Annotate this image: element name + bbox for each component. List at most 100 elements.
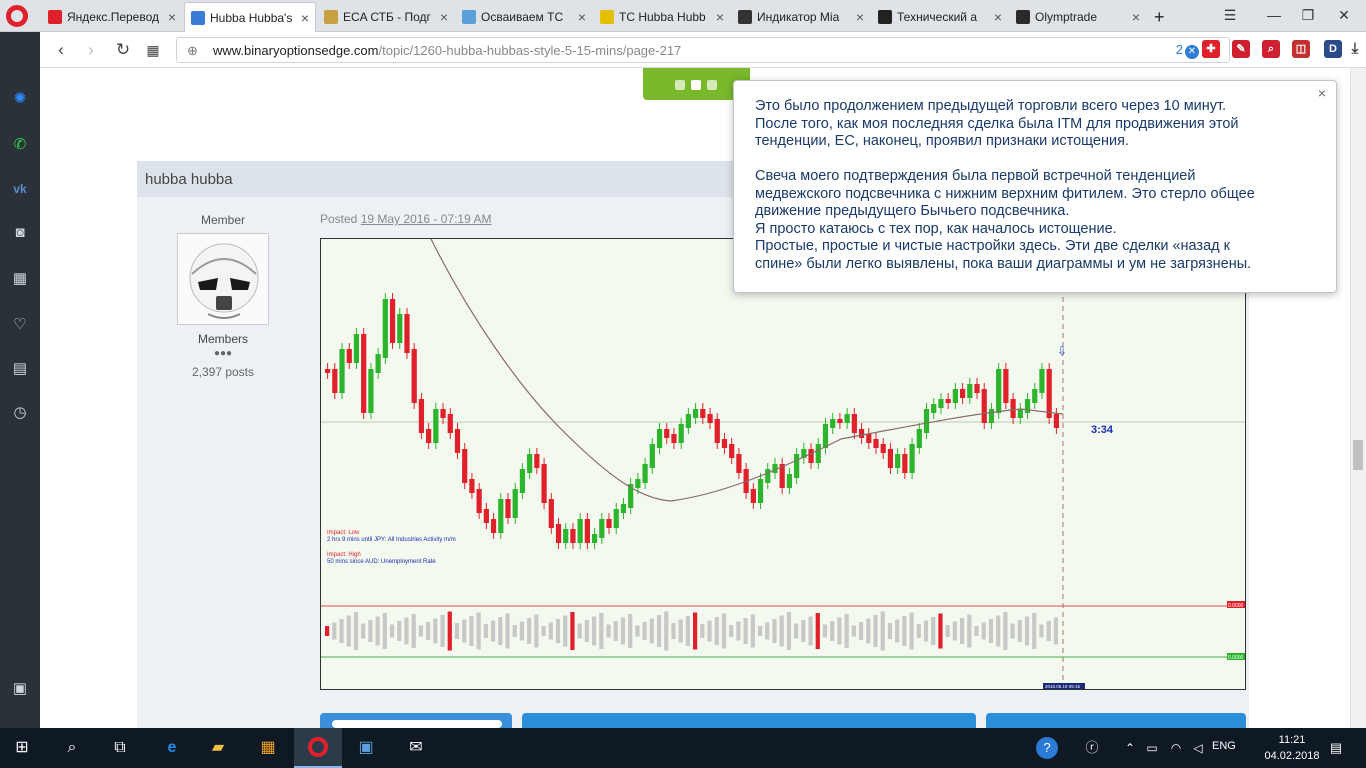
osc-bar [555, 619, 561, 643]
search-icon[interactable]: ⌕ [60, 736, 84, 760]
url-field[interactable]: ⊕ www.binaryoptionsedge.com/topic/1260-h… [176, 37, 1230, 63]
osc-bar [382, 613, 387, 649]
tab-2[interactable]: Hubba Hubba's × [184, 2, 316, 32]
tab-menu-icon[interactable]: ☰ [1212, 4, 1248, 26]
mail-icon[interactable]: ✉ [404, 736, 428, 760]
tab-6[interactable]: Индикатор Mia × [732, 2, 870, 32]
osc-bar [707, 620, 712, 642]
slider-dot[interactable] [675, 80, 685, 90]
screenshot-extension-icon[interactable]: ◫ [1292, 40, 1310, 58]
wifi-icon[interactable]: ◠ [1164, 736, 1188, 760]
site-info-icon[interactable]: ⊕ [187, 43, 198, 59]
bottom-nav-block[interactable] [522, 713, 976, 728]
osc-bar [1024, 616, 1030, 646]
tab-4[interactable]: Осваиваем ТС × [456, 2, 592, 32]
osc-bar [599, 613, 604, 649]
impact-low-label: Impact: Low [327, 530, 360, 536]
tab-3[interactable]: ECA СТБ - Подг × [318, 2, 454, 32]
tab-8[interactable]: Olymptrade × [1010, 2, 1146, 32]
messenger-icon[interactable]: ✺ [9, 88, 31, 110]
vk-icon[interactable]: vk [9, 178, 31, 200]
maximize-icon[interactable]: ❐ [1290, 4, 1326, 26]
tab-close-icon[interactable]: × [1132, 9, 1140, 25]
osc-bar [418, 625, 424, 637]
tab-close-icon[interactable]: × [578, 9, 586, 25]
osc-bar [1046, 621, 1051, 641]
tab-close-icon[interactable]: × [716, 9, 724, 25]
forward-icon[interactable]: › [78, 38, 104, 62]
new-tab-button[interactable]: + [1148, 2, 1172, 32]
tab-5[interactable]: ТС Hubba Hubb × [594, 2, 730, 32]
tab-close-icon[interactable]: × [856, 9, 864, 25]
osc-bar [339, 619, 344, 643]
help-icon[interactable]: ? [1036, 737, 1058, 759]
page-scrollbar[interactable] [1350, 68, 1366, 728]
osc-bar [620, 617, 626, 645]
minimize-icon[interactable]: — [1256, 4, 1292, 26]
tab-favicon-icon [324, 10, 338, 24]
author-post-count: 2,397 posts [191, 365, 255, 379]
people-icon[interactable]: ⓡ [1080, 736, 1104, 760]
store-icon[interactable]: ▦ [256, 736, 280, 760]
download-icon[interactable]: ⤓ [1346, 40, 1364, 58]
back-icon[interactable]: ‹ [48, 38, 74, 62]
osc-bar [858, 622, 864, 640]
tabs-grid-icon[interactable]: ▦ [140, 38, 166, 62]
osc-bar [996, 615, 1001, 647]
slider-dot[interactable] [691, 80, 701, 90]
camera-icon[interactable]: ◙ [9, 222, 31, 244]
volume-icon[interactable]: ◁ [1186, 736, 1210, 760]
post-author-name[interactable]: hubba hubba [145, 171, 233, 188]
file-explorer-icon[interactable]: ▰ [206, 736, 230, 760]
tab-title: Осваиваем ТС [481, 10, 564, 24]
news-icon[interactable]: ▤ [9, 358, 31, 380]
d-extension-icon[interactable]: D [1324, 40, 1342, 58]
pen-extension-icon[interactable]: ✎ [1232, 40, 1250, 58]
sidebar-toggle-icon[interactable]: ▣ [9, 678, 31, 700]
osc-bar [1032, 613, 1037, 649]
tab-close-icon[interactable]: × [440, 9, 448, 25]
osc-bar [389, 624, 395, 638]
close-window-icon[interactable]: ✕ [1326, 4, 1362, 26]
windows-start-icon[interactable]: ⊞ [10, 736, 34, 760]
bottom-nav-block[interactable] [986, 713, 1246, 728]
osc-bar [642, 622, 647, 640]
osc-bar [325, 626, 330, 636]
app-icon[interactable]: ▣ [354, 736, 378, 760]
task-view-icon[interactable]: ⧉ [108, 736, 132, 760]
tab-close-icon[interactable]: × [168, 9, 176, 25]
bottom-nav-block[interactable] [320, 713, 512, 728]
scrollbar-thumb[interactable] [1353, 440, 1363, 470]
language-indicator[interactable]: ENG [1212, 740, 1236, 752]
osc-bar [375, 616, 380, 646]
tab-close-icon[interactable]: × [994, 9, 1002, 25]
osc-bar [512, 625, 517, 637]
taskbar-opera-button[interactable] [294, 728, 342, 768]
save-extension-icon[interactable]: ⌕ [1262, 40, 1280, 58]
avatar[interactable] [177, 233, 269, 325]
clock-date: 04.02.2018 [1264, 750, 1320, 762]
osc-bar [916, 624, 921, 638]
posted-date-link[interactable]: 19 May 2016 - 07:19 AM [361, 212, 492, 226]
reload-icon[interactable]: ↻ [110, 38, 136, 62]
osc-bar [887, 623, 893, 639]
adblock-icon[interactable]: ✚ [1202, 40, 1220, 58]
notifications-icon[interactable]: ▤ [1324, 736, 1348, 760]
edge-icon[interactable]: e [160, 736, 184, 760]
tab-1[interactable]: Яндекс.Перевод × [42, 2, 182, 32]
osc-bar [577, 623, 582, 639]
tab-7[interactable]: Технический а × [872, 2, 1008, 32]
tray-chevron-icon[interactable]: ⌃ [1118, 736, 1142, 760]
bookmarks-icon[interactable]: ♡ [9, 314, 31, 336]
history-icon[interactable]: ◷ [9, 402, 31, 424]
whatsapp-icon[interactable]: ✆ [9, 134, 31, 156]
clock[interactable]: 11:21 04.02.2018 [1262, 732, 1322, 764]
tab-close-icon[interactable]: × [301, 10, 309, 26]
opera-menu-icon[interactable] [6, 5, 28, 27]
battery-icon[interactable]: ▭ [1140, 736, 1164, 760]
speed-dial-icon[interactable]: ▦ [9, 268, 31, 290]
slider-dot[interactable] [707, 80, 717, 90]
translate-badge[interactable]: 2 ✕ [1176, 42, 1199, 59]
translation-paragraph-1: Это было продолжением предыдущей торговл… [755, 98, 1239, 149]
osc-bar [974, 626, 979, 636]
